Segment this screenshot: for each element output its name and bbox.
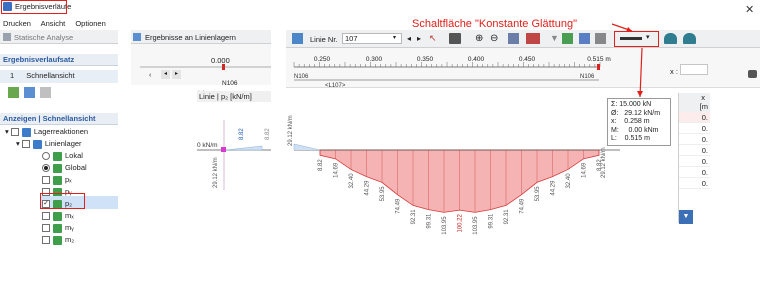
middle-area <box>225 145 263 151</box>
close-window-icon[interactable]: ✕ <box>745 3 754 16</box>
value-label: 103.95 <box>473 216 479 235</box>
table-unit-header: [m <box>679 102 710 112</box>
value-label: 53.95 <box>535 186 541 202</box>
end-marker <box>597 64 600 70</box>
ruler-tick-label: 0.450 <box>519 56 536 63</box>
table-row[interactable]: 0. <box>679 145 710 156</box>
callout-arrowhead-2 <box>637 91 643 97</box>
value-label: 74.49 <box>396 198 402 214</box>
info-box: Σ: 15.000 kN Ø: 29.12 kN/m x: 0.258 m M:… <box>607 98 671 146</box>
info-avg: Ø: 29.12 kN/m <box>611 109 661 117</box>
result-diagram: 0.250 0.300 0.350 0.400 0.450 0.515 m N106 N106… <box>140 23 643 235</box>
ruler-tick-label: 0.350 <box>417 56 434 63</box>
middle-chart: 0 kN/m29.12 kN/m8.82 8.82 <box>197 120 271 190</box>
max-filter-icon[interactable]: ▼ <box>679 210 693 224</box>
table-row[interactable]: 0. <box>679 167 710 178</box>
ruler-ticks: 0.250 0.300 0.350 0.400 0.450 0.515 m N106 N106… <box>140 56 611 89</box>
info-sum: Σ: 15.000 kN <box>611 101 652 108</box>
value-label: 32.40 <box>349 173 355 189</box>
value-882-label: 8.82 <box>239 128 245 140</box>
ruler-tick-label: 0.250 <box>314 56 331 63</box>
value-label: 32.40 <box>566 173 572 189</box>
value-label: 92.31 <box>504 209 510 225</box>
panel-separator <box>118 0 131 308</box>
value-label: 14.69 <box>582 162 588 178</box>
table-row[interactable]: 0. <box>679 156 710 167</box>
value-label: 92.31 <box>411 209 417 225</box>
info-x: x: 0.258 m <box>611 118 650 125</box>
value-label: 14.69 <box>334 162 340 178</box>
value-label: 74.49 <box>520 198 526 214</box>
callout-label: Schaltfläche "Konstante Glättung" <box>412 18 577 30</box>
end-label-left: 29.12 kN/m <box>288 115 294 146</box>
value-label: 99.31 <box>427 213 433 229</box>
ruler-tick-label: 0.300 <box>366 56 383 63</box>
ruler-tick-label: 0.515 m <box>587 56 611 63</box>
ruler-tick-label: 0.400 <box>468 56 485 63</box>
node-right-label: N106 <box>580 74 595 80</box>
value-label: 53.95 <box>380 186 386 202</box>
table-col-header: x <box>679 93 710 102</box>
table-row[interactable]: 0. <box>679 112 710 123</box>
value-label: 44.29 <box>365 180 371 196</box>
table-row[interactable]: 0. <box>679 134 710 145</box>
max-value-label: 100.22 <box>458 214 464 233</box>
info-l: L: 0.515 m <box>611 135 650 142</box>
left-vertical-label: 29.12 kN/m <box>213 157 219 188</box>
position-marker <box>221 147 226 152</box>
result-table: x [m 0. 0. 0. 0. 0. 0. 0. <box>678 93 710 223</box>
table-row[interactable]: 0. <box>679 178 710 189</box>
value-label: 44.29 <box>551 180 557 196</box>
table-row[interactable]: 0. <box>679 123 710 134</box>
zero-label: 0 kN/m <box>197 142 218 149</box>
value-label: 8.82 <box>318 159 324 171</box>
info-m: M: 0.00 kNm <box>611 126 659 134</box>
value-label: 103.95 <box>442 216 448 235</box>
table-cells: 0. 0. 0. 0. 0. 0. 0. <box>679 112 710 189</box>
value-label: 99.31 <box>489 213 495 229</box>
end-label-right: 29.12 kN/m <box>601 147 607 178</box>
panel-separator <box>271 0 286 308</box>
side-icon[interactable] <box>748 70 757 78</box>
node-left-label: N106 <box>294 74 309 80</box>
left-end-region <box>293 143 321 151</box>
member-label: <L107> <box>325 83 346 89</box>
callout-arrow-2 <box>639 47 643 98</box>
